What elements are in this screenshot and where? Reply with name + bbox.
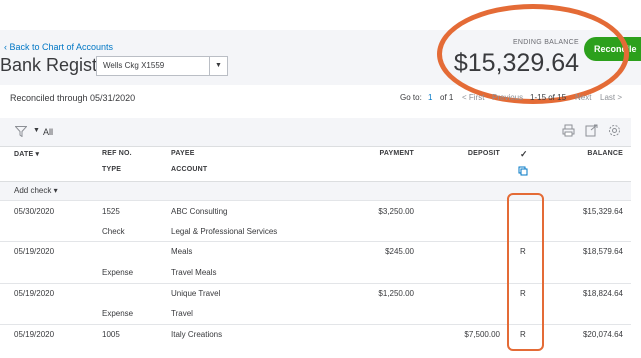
row-type: Expense: [102, 268, 134, 277]
row-ref-no: 1525: [102, 207, 120, 216]
back-to-chart-of-accounts-link[interactable]: ‹ Back to Chart of Accounts: [4, 42, 113, 52]
column-header-payee: PAYEE: [171, 150, 195, 157]
print-icon[interactable]: [562, 124, 575, 137]
row-date: 05/19/2020: [14, 289, 55, 298]
annotation-ellipse: [437, 4, 629, 104]
row-payee: Italy Creations: [171, 330, 223, 339]
header-divider-top: [0, 146, 631, 147]
pagination: Go to: 1 of 1 < First Previous 1-15 of 1…: [400, 93, 628, 105]
row-balance: $20,074.64: [582, 330, 623, 339]
row-date: 05/19/2020: [14, 330, 55, 339]
row-balance: $18,824.64: [582, 289, 623, 298]
column-header-deposit: DEPOSIT: [467, 150, 500, 157]
go-to-label: Go to:: [400, 93, 422, 102]
reconciled-through-text: Reconciled through 05/31/2020: [10, 93, 136, 103]
copy-icon[interactable]: [518, 166, 528, 176]
last-page-link[interactable]: Last >: [600, 93, 622, 102]
page-count-text: of 1: [440, 93, 454, 102]
back-link-label: Back to Chart of Accounts: [9, 42, 114, 52]
column-header-account: ACCOUNT: [171, 166, 208, 173]
row-deposit: $7,500.00: [464, 330, 500, 339]
row-type: Check: [102, 227, 125, 236]
filter-bar: [0, 118, 631, 146]
chevron-down-icon[interactable]: ▼: [209, 57, 227, 75]
column-header-payment: PAYMENT: [379, 150, 414, 157]
add-check-dropdown[interactable]: Add check ▾: [14, 186, 58, 195]
row-account: Travel: [171, 309, 193, 318]
row-balance: $15,329.64: [582, 207, 623, 216]
column-header-check: ✓: [520, 149, 528, 159]
row-payee: Unique Travel: [171, 289, 221, 298]
row-account: Legal & Professional Services: [171, 227, 278, 236]
first-page-link[interactable]: < First: [462, 93, 484, 102]
account-select[interactable]: Wells Ckg X1559 ▼: [96, 56, 228, 76]
column-header-date[interactable]: DATE ▾: [14, 150, 39, 158]
annotation-box: [507, 193, 544, 351]
column-header-balance: BALANCE: [587, 150, 623, 157]
column-header-type: TYPE: [102, 166, 122, 173]
record-range-text: 1-15 of 15: [530, 93, 567, 102]
row-account: Travel Meals: [171, 268, 217, 277]
row-payee: ABC Consulting: [171, 207, 228, 216]
next-page-link[interactable]: Next: [575, 93, 591, 102]
filter-caret-icon[interactable]: ▼: [33, 127, 40, 134]
gear-icon[interactable]: [608, 124, 621, 137]
filter-icon[interactable]: [15, 126, 27, 137]
row-type: Expense: [102, 309, 134, 318]
filter-value[interactable]: All: [43, 127, 53, 137]
page-number-link[interactable]: 1: [428, 93, 432, 102]
row-payment: $3,250.00: [378, 207, 414, 216]
row-balance: $18,579.64: [582, 247, 623, 256]
row-date: 05/30/2020: [14, 207, 55, 216]
row-payment: $245.00: [385, 247, 414, 256]
row-payee: Meals: [171, 247, 193, 256]
row-payment: $1,250.00: [378, 289, 414, 298]
row-date: 05/19/2020: [14, 247, 55, 256]
column-header-ref-no: REF NO.: [102, 150, 132, 157]
account-select-value: Wells Ckg X1559: [103, 61, 165, 70]
previous-page-link[interactable]: Previous: [492, 93, 523, 102]
export-icon[interactable]: [585, 124, 598, 137]
row-ref-no: 1005: [102, 330, 120, 339]
